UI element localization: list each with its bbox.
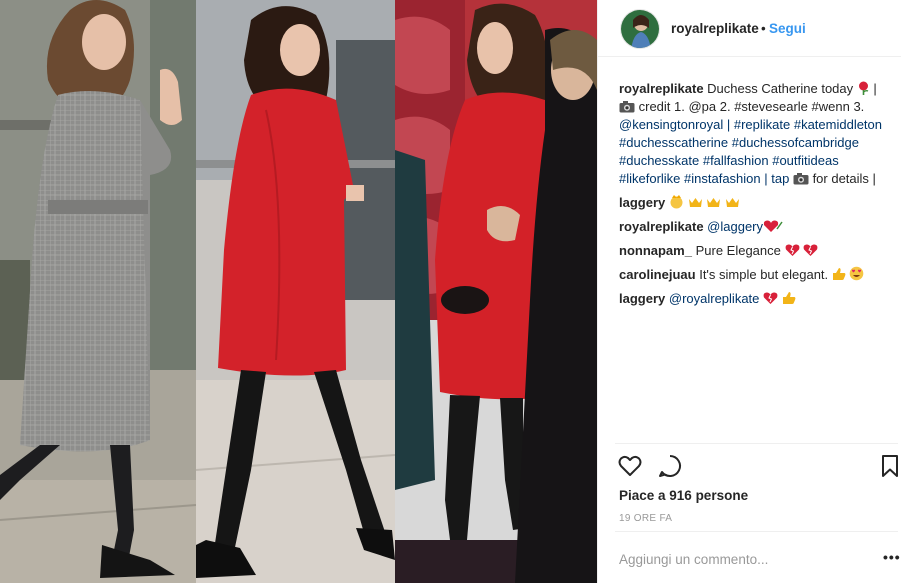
caption-text-line-5[interactable]: #duchesskate #fallfashion #outfitideas — [619, 152, 901, 170]
divider — [615, 443, 898, 444]
caption-text-line-1: Duchess Catherine today — [707, 81, 854, 96]
photo-panel-red-coat — [196, 0, 395, 583]
comment-author[interactable]: royalreplikate — [619, 219, 704, 234]
crown-emoji-icon — [688, 196, 703, 214]
caption-text-line-4[interactable]: #duchesscatherine #duchessofcambridge — [619, 134, 901, 152]
comment-text: Pure Elegance — [695, 243, 781, 258]
comment-text: It's simple but elegant. — [699, 267, 829, 282]
like-button[interactable] — [617, 453, 645, 481]
comment-author[interactable]: carolinejuau — [619, 267, 696, 282]
heart-eyes-emoji-icon — [849, 266, 864, 286]
broken-heart-emoji-icon — [785, 243, 800, 262]
caption-text-line-3[interactable]: @kensingtonroyal | #replikate #katemiddl… — [619, 116, 901, 134]
action-bar — [615, 453, 898, 481]
likes-count[interactable]: Piace a 916 persone — [619, 488, 748, 503]
post-author-username[interactable]: royalreplikate — [671, 21, 759, 36]
princess-emoji-icon — [669, 194, 684, 214]
thumbs-up-emoji-icon — [782, 291, 796, 310]
comment-text[interactable]: @royalreplikate — [669, 291, 760, 306]
post-image[interactable] — [0, 0, 597, 583]
caption-text-line-7: for details | — [812, 171, 876, 186]
broken-heart-emoji-icon — [763, 291, 778, 310]
comment-text[interactable]: @laggery — [707, 219, 763, 234]
avatar[interactable] — [620, 9, 660, 49]
comment-item: laggery — [619, 194, 901, 218]
comment-author[interactable]: laggery — [619, 291, 665, 306]
caption-text-line-2: credit 1. @pa 2. #stevesearle #wenn 3. — [638, 99, 865, 114]
comment-author[interactable]: nonnapam_ — [619, 243, 692, 258]
caption-pipe: | — [873, 81, 877, 96]
add-comment-input[interactable]: Aggiungi un commento... — [619, 552, 768, 567]
photo-panel-grey-coat — [0, 0, 196, 583]
caption-text-line-6[interactable]: #likeforlike #instafashion | tap — [619, 171, 789, 186]
comment-button[interactable] — [657, 453, 685, 481]
bookmark-icon — [882, 455, 898, 477]
crown-emoji-icon — [725, 196, 740, 214]
comment-bubble-icon — [659, 455, 681, 477]
comment-item: royalreplikate @laggery — [619, 218, 901, 242]
divider — [615, 531, 898, 532]
heart-rose-emoji-icon — [763, 219, 783, 238]
caption-author[interactable]: royalreplikate — [619, 81, 704, 96]
post-timestamp[interactable]: 19 ORE FA — [619, 513, 672, 524]
crown-emoji-icon — [706, 196, 721, 214]
post-header: royalreplikate • Segui — [598, 0, 901, 57]
comment-item: nonnapam_ Pure Elegance — [619, 242, 901, 266]
broken-heart-emoji-icon — [803, 243, 818, 262]
more-options-button[interactable]: ••• — [883, 549, 901, 565]
save-button[interactable] — [878, 453, 901, 481]
post-sidebar: royalreplikate • Segui royalreplikate Du… — [597, 0, 901, 583]
comment-item: carolinejuau It's simple but elegant. — [619, 266, 901, 290]
follow-button[interactable]: Segui — [769, 21, 806, 36]
separator-dot: • — [761, 21, 766, 36]
camera-emoji-icon — [793, 172, 809, 188]
heart-icon — [618, 455, 642, 476]
comment-item: laggery @royalreplikate — [619, 290, 901, 314]
thumbs-up-emoji-icon — [832, 267, 846, 286]
comment-author[interactable]: laggery — [619, 195, 665, 210]
comments-section: royalreplikate Duchess Catherine today |… — [619, 80, 901, 314]
photo-panel-red-dress — [395, 0, 597, 583]
post-caption: royalreplikate Duchess Catherine today |… — [619, 80, 901, 188]
